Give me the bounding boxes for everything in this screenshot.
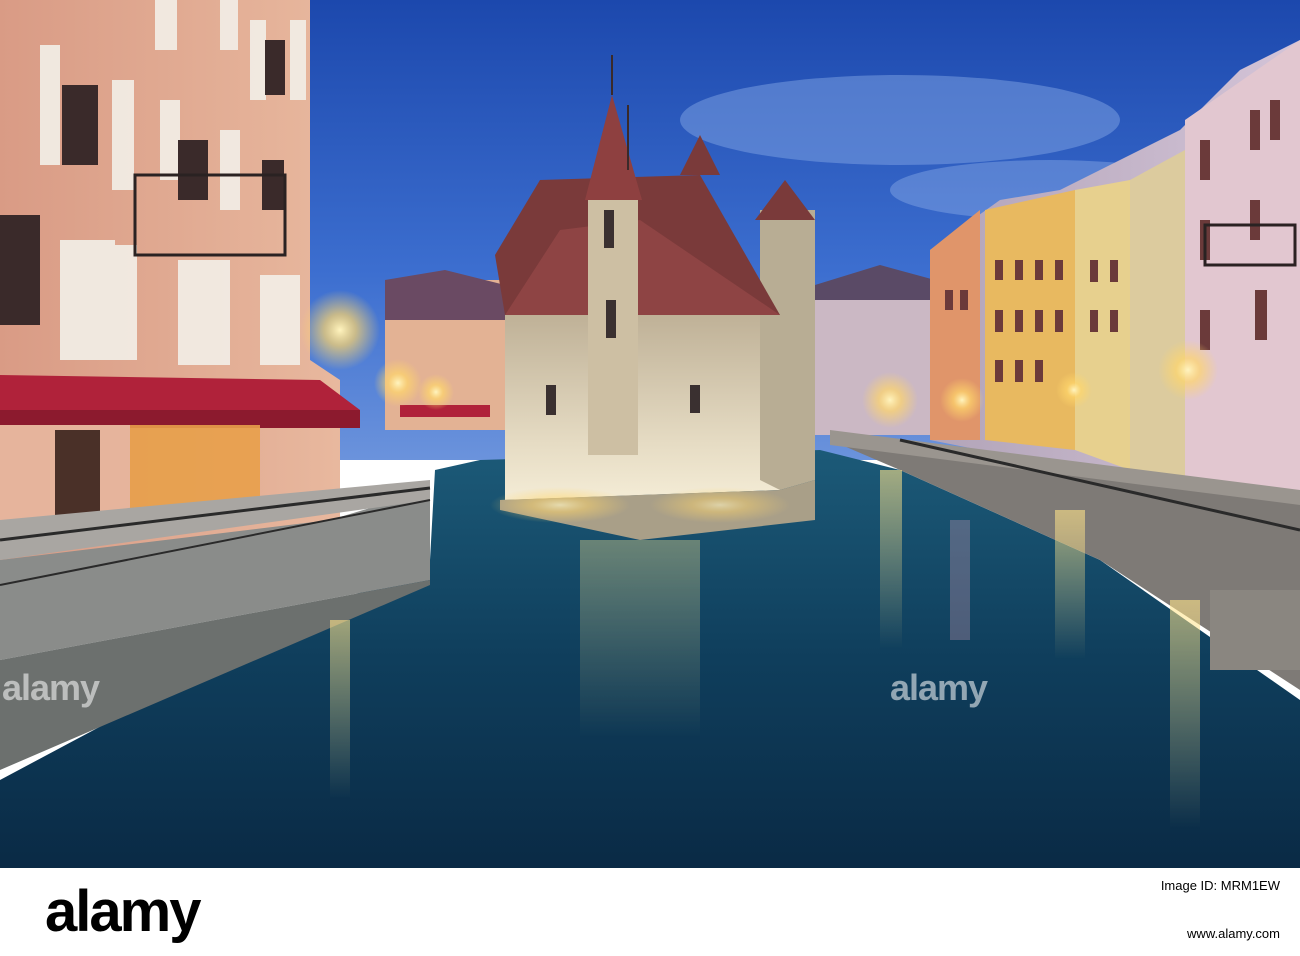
watermark-left: alamy: [2, 667, 100, 708]
image-id: Image ID: MRM1EW: [1160, 878, 1280, 893]
alamy-logo: alamy: [45, 879, 201, 944]
photo-scene: [0, 0, 1300, 868]
watermark-right: alamy: [890, 667, 988, 708]
annecy-canal-night-photo: [0, 0, 1300, 868]
website-link[interactable]: www.alamy.com: [1187, 926, 1280, 941]
footer-bar: alamy Image ID: MRM1EW www.alamy.com: [0, 868, 1300, 956]
